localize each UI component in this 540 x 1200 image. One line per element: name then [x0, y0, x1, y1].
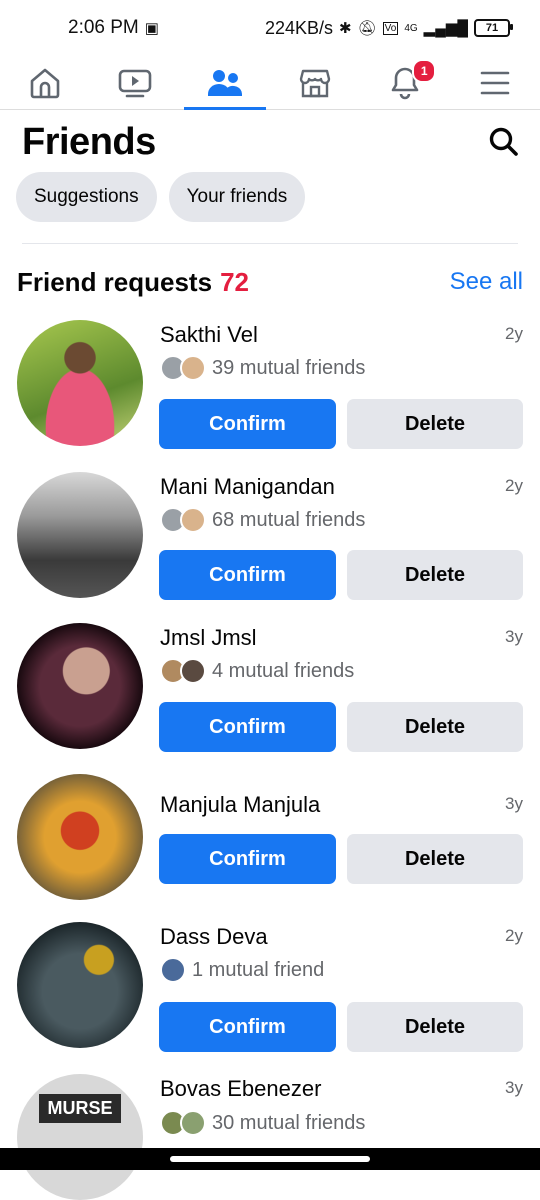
see-all-link[interactable]: See all: [450, 268, 523, 296]
network-type: 4G: [404, 22, 418, 34]
video-icon: [118, 69, 152, 97]
mutual-count: 1 mutual friend: [192, 958, 325, 981]
mutual-friends: 1 mutual friend: [160, 957, 324, 983]
signal-icon: ▂▄▆█: [423, 20, 468, 37]
request-time: 2y: [505, 926, 523, 945]
mutual-count: 68 mutual friends: [212, 508, 366, 531]
volte-icon: Vo: [382, 21, 399, 35]
request-time: 2y: [505, 476, 523, 495]
home-indicator[interactable]: [170, 1156, 370, 1162]
request-name[interactable]: Jmsl Jmsl: [160, 625, 257, 651]
friends-icon: [208, 69, 243, 96]
mutual-count: 30 mutual friends: [212, 1111, 366, 1134]
request-name[interactable]: Mani Manigandan: [160, 474, 335, 500]
mute-icon: 🔕︎: [357, 20, 377, 37]
top-nav: 1: [0, 56, 540, 110]
battery-icon: 71: [474, 19, 513, 37]
search-icon[interactable]: [488, 126, 520, 158]
title-row: Friends: [22, 118, 520, 166]
mutual-avatars: [160, 658, 206, 684]
delete-button[interactable]: Delete: [347, 550, 523, 600]
request-name[interactable]: Sakthi Vel: [160, 322, 258, 348]
request-name[interactable]: Dass Deva: [160, 924, 268, 950]
section-title-text: Friend requests: [17, 266, 213, 297]
nav-notifications[interactable]: 1: [360, 56, 450, 109]
request-name[interactable]: Manjula Manjula: [160, 792, 320, 818]
avatar[interactable]: MURSE: [17, 1074, 143, 1200]
avatar[interactable]: [17, 774, 143, 900]
nav-friends[interactable]: [180, 56, 270, 110]
delete-button[interactable]: Delete: [347, 1002, 523, 1052]
mutual-avatars: [160, 355, 206, 381]
divider: [22, 243, 518, 244]
confirm-button[interactable]: Confirm: [159, 702, 336, 752]
confirm-button[interactable]: Confirm: [159, 550, 336, 600]
your-friends-chip[interactable]: Your friends: [168, 172, 306, 222]
mutual-friends: 4 mutual friends: [160, 658, 354, 684]
mutual-count: 4 mutual friends: [212, 659, 355, 682]
notification-app-icon: ▣: [144, 20, 159, 37]
mutual-avatar: [180, 658, 206, 684]
confirm-button[interactable]: Confirm: [159, 399, 336, 449]
menu-icon: [480, 71, 510, 94]
avatar[interactable]: [17, 320, 143, 446]
requests-count: 72: [220, 266, 249, 297]
mutual-friends: 68 mutual friends: [160, 507, 365, 533]
mutual-avatars: [160, 957, 186, 983]
bluetooth-icon: ✱: [339, 20, 352, 37]
suggestions-chip[interactable]: Suggestions: [16, 172, 157, 222]
mutual-avatar: [180, 355, 206, 381]
avatar-logo-text: MURSE: [39, 1094, 121, 1123]
home-icon: [30, 68, 60, 98]
marketplace-icon: [299, 69, 331, 97]
delete-button[interactable]: Delete: [347, 702, 523, 752]
mutual-friends: 30 mutual friends: [160, 1110, 365, 1136]
nav-menu[interactable]: [450, 56, 540, 109]
avatar[interactable]: [17, 623, 143, 749]
confirm-button[interactable]: Confirm: [159, 834, 336, 884]
filter-chips: Suggestions Your friends: [16, 172, 306, 222]
page-title: Friends: [22, 120, 156, 163]
battery-level: 71: [485, 22, 499, 34]
mutual-avatar: [180, 507, 206, 533]
mutual-friends: 39 mutual friends: [160, 355, 365, 381]
avatar[interactable]: [17, 472, 143, 598]
status-bar: 2:06 PM ▣ 224KB/s ✱ 🔕︎ Vo 4G ▂▄▆█ 71: [0, 0, 540, 56]
nav-video[interactable]: [90, 56, 180, 109]
notification-badge: 1: [412, 59, 437, 83]
nav-marketplace[interactable]: [270, 56, 360, 109]
request-time: 2y: [505, 324, 523, 343]
nav-home[interactable]: [0, 56, 90, 109]
section-title: Friend requests 72: [17, 267, 249, 298]
mutual-count: 39 mutual friends: [212, 356, 366, 379]
request-time: 3y: [505, 627, 523, 646]
mutual-avatars: [160, 1110, 206, 1136]
network-speed: 224KB/s: [264, 17, 334, 38]
mutual-avatars: [160, 507, 206, 533]
request-name[interactable]: Bovas Ebenezer: [160, 1076, 321, 1102]
friend-requests-header: Friend requests 72 See all: [17, 262, 523, 302]
status-time: 2:06 PM: [68, 17, 139, 38]
delete-button[interactable]: Delete: [347, 834, 523, 884]
request-time: 3y: [505, 1078, 523, 1097]
delete-button[interactable]: Delete: [347, 399, 523, 449]
avatar[interactable]: [17, 922, 143, 1048]
system-nav-bar: [0, 1148, 540, 1170]
request-time: 3y: [505, 794, 523, 813]
mutual-avatar: [160, 957, 186, 983]
confirm-button[interactable]: Confirm: [159, 1002, 336, 1052]
mutual-avatar: [180, 1110, 206, 1136]
